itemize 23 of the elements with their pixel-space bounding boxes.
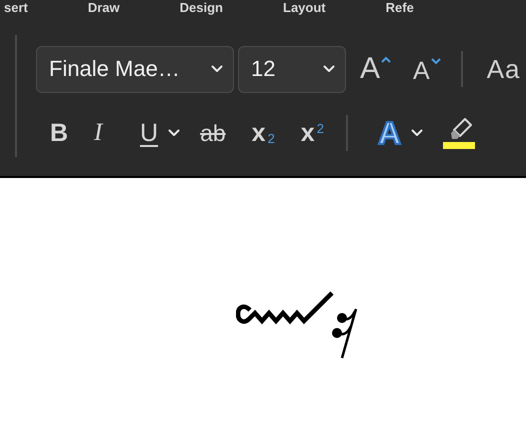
font-name-dropdown[interactable]: Finale Mae… (36, 46, 234, 92)
subscript-button[interactable]: x2 (252, 118, 275, 148)
caret-down-icon (430, 58, 441, 65)
ribbon-tab[interactable]: Design (180, 0, 223, 16)
text-effects-button[interactable]: A (378, 118, 402, 148)
chevron-down-icon[interactable] (323, 65, 335, 73)
ribbon-tab[interactable]: Refe (386, 0, 414, 16)
underline-button[interactable]: U (140, 118, 158, 148)
ribbon-tab[interactable]: Draw (88, 0, 120, 16)
font-size-dropdown[interactable]: 12 (238, 46, 346, 92)
chevron-down-icon[interactable] (211, 65, 223, 73)
highlighter-icon[interactable] (443, 116, 478, 150)
ribbon-tab[interactable]: sert (4, 0, 28, 16)
chevron-down-icon[interactable] (411, 128, 424, 136)
bold-button[interactable]: B (50, 118, 68, 148)
italic-button[interactable]: I (94, 118, 114, 148)
strikethrough-button[interactable]: ab (200, 118, 226, 148)
change-case-button[interactable]: Aa (486, 54, 521, 84)
shrink-font-button[interactable]: A (413, 56, 441, 86)
chevron-down-icon[interactable] (168, 128, 180, 136)
ribbon-tab[interactable]: Layout (283, 0, 326, 16)
grow-font-button[interactable]: A (360, 54, 392, 84)
caret-up-icon (381, 56, 392, 63)
